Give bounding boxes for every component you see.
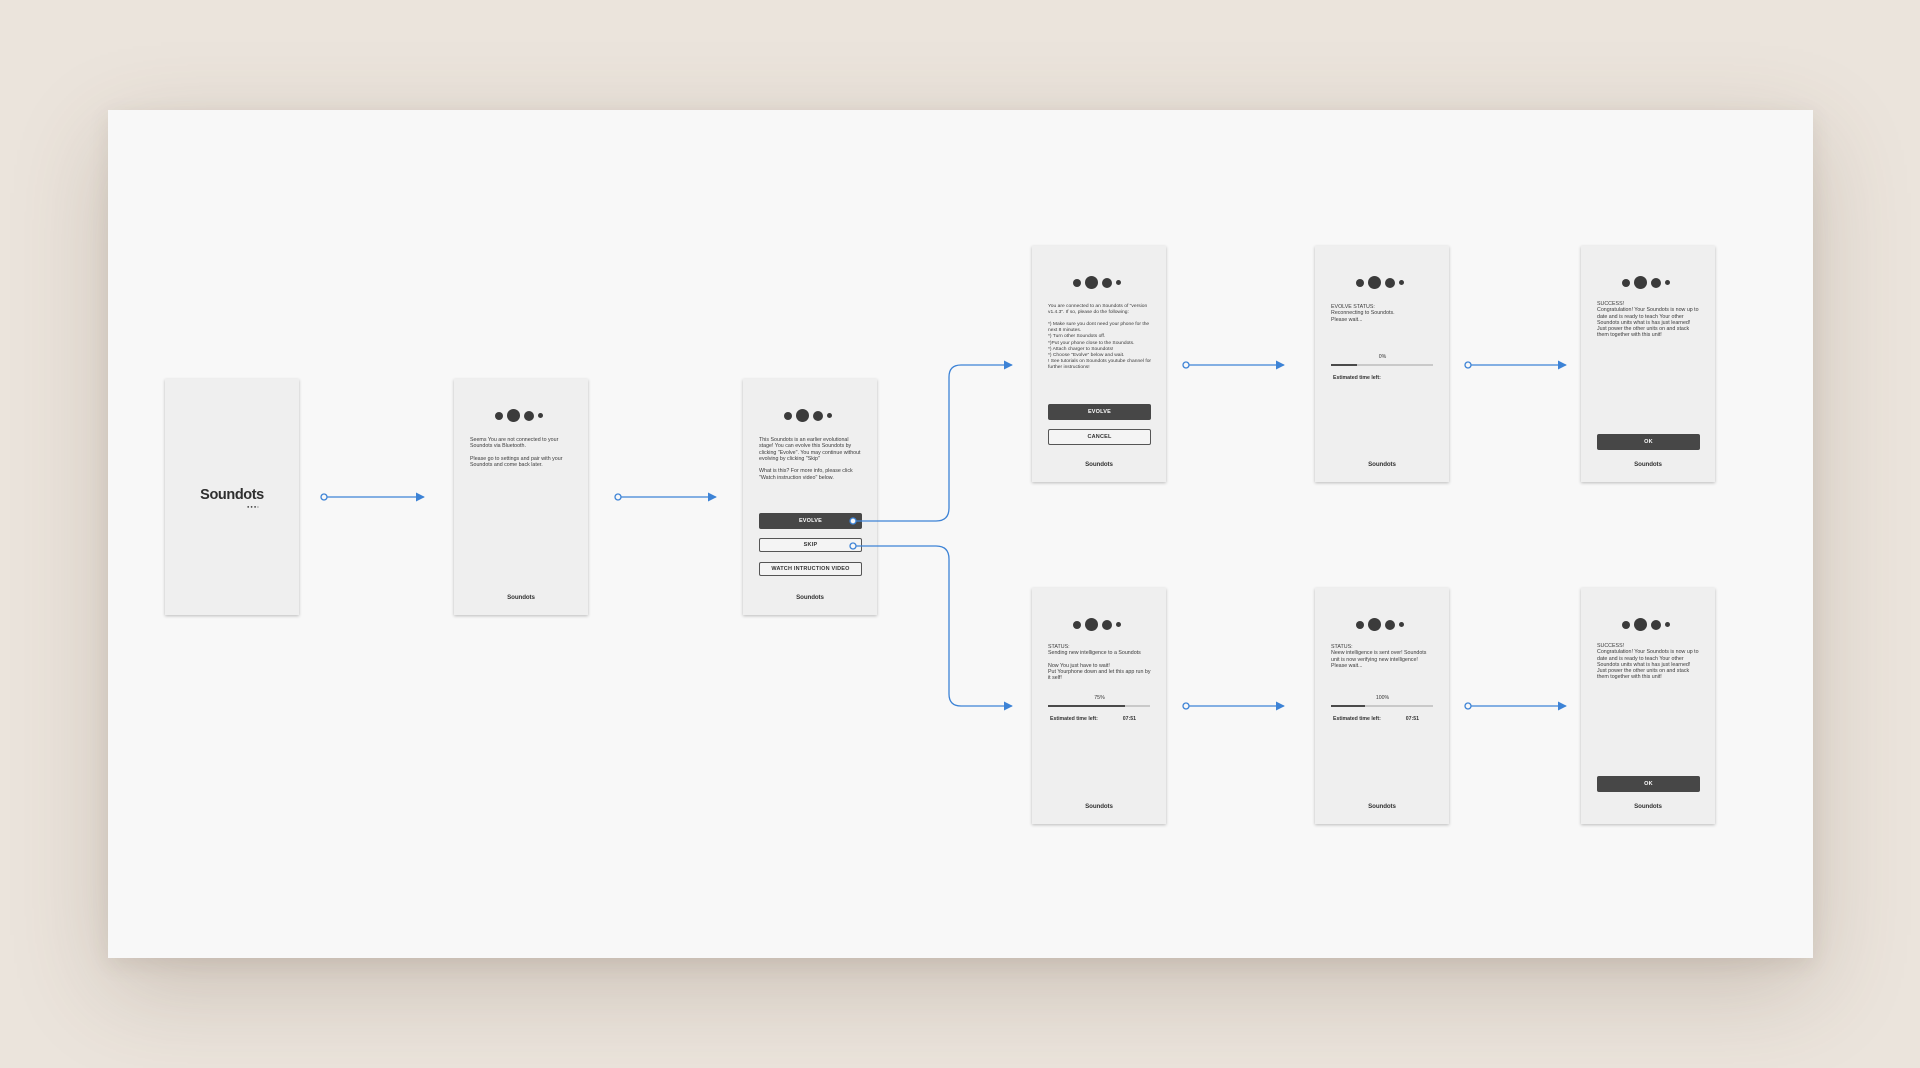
verifying-message: STATUS: Neew intelligence is sent over! … [1331, 644, 1427, 669]
soundots-dots-icon [1581, 276, 1715, 290]
skip-button[interactable]: SKIP [759, 538, 862, 552]
evolve-status-message: EVOLVE STATUS: Reconnecting to Soundots.… [1331, 304, 1395, 323]
watch-video-button[interactable]: WATCH INTRUCTION VIDEO [759, 562, 862, 576]
footer-logo: Soundots [1085, 461, 1113, 468]
evolve-prompt-message: This Soundots is an earlier evolutional … [759, 437, 861, 481]
footer-logo: Soundots [1368, 461, 1396, 468]
not-connected-message: Seems You are not connected to your Soun… [470, 437, 563, 469]
screen-evolve-prompt: This Soundots is an earlier evolutional … [743, 379, 877, 615]
progress-bar [1331, 705, 1433, 707]
screen-success-bottom: SUCCESS! Congratulation! Your Soundots i… [1581, 588, 1715, 824]
ok-button[interactable]: OK [1597, 434, 1700, 450]
screen-evolve-status: EVOLVE STATUS: Reconnecting to Soundots.… [1315, 246, 1449, 482]
eta-row: Estimated time left: 07:51 [1333, 716, 1419, 722]
progress-percent: 0% [1378, 354, 1387, 360]
eta-value: 07:51 [1122, 716, 1136, 722]
success-message: SUCCESS! Congratulation! Your Soundots i… [1597, 301, 1699, 339]
soundots-dots-icon [1032, 618, 1166, 632]
soundots-dots-icon [1315, 276, 1449, 290]
screen-verifying: STATUS: Neew intelligence is sent over! … [1315, 588, 1449, 824]
screen-evolve-instructions: You are connected to an Soundots of "ver… [1032, 246, 1166, 482]
screen-splash: Soundots ●●●• [165, 379, 299, 615]
progress-bar [1331, 364, 1433, 366]
footer-logo: Soundots [1634, 803, 1662, 810]
screen-sending: STATUS: Sending new intelligence to a So… [1032, 588, 1166, 824]
soundots-dots-icon [454, 409, 588, 423]
success-message: SUCCESS! Congratulation! Your Soundots i… [1597, 643, 1699, 681]
cancel-button[interactable]: CANCEL [1048, 429, 1151, 445]
screen-success-top: SUCCESS! Congratulation! Your Soundots i… [1581, 246, 1715, 482]
sending-message: STATUS: Sending new intelligence to a So… [1048, 644, 1151, 682]
flow-board [108, 110, 1813, 958]
eta-value: 07:51 [1405, 716, 1419, 722]
footer-logo: Soundots [796, 594, 824, 601]
footer-logo: Soundots [1634, 461, 1662, 468]
evolve-instructions-message: You are connected to an Soundots of "ver… [1048, 304, 1152, 370]
eta-label: Estimated time left: [1333, 375, 1381, 381]
footer-logo: Soundots [1085, 803, 1113, 810]
soundots-dots-icon [1315, 618, 1449, 632]
progress-percent: 75% [1094, 695, 1105, 701]
logo-dots: ●●●• [247, 504, 260, 509]
evolve-confirm-button[interactable]: EVOLVE [1048, 404, 1151, 420]
soundots-dots-icon [1581, 618, 1715, 632]
soundots-dots-icon [1032, 276, 1166, 290]
footer-logo: Soundots [507, 594, 535, 601]
ok-button[interactable]: OK [1597, 776, 1700, 792]
evolve-button[interactable]: EVOLVE [759, 513, 862, 529]
eta-row: Estimated time left: 07:51 [1050, 716, 1136, 722]
progress-bar [1048, 705, 1150, 707]
soundots-dots-icon [743, 409, 877, 423]
progress-percent: 100% [1375, 695, 1390, 701]
screen-not-connected: Seems You are not connected to your Soun… [454, 379, 588, 615]
footer-logo: Soundots [1368, 803, 1396, 810]
soundots-logo: Soundots [200, 487, 264, 503]
